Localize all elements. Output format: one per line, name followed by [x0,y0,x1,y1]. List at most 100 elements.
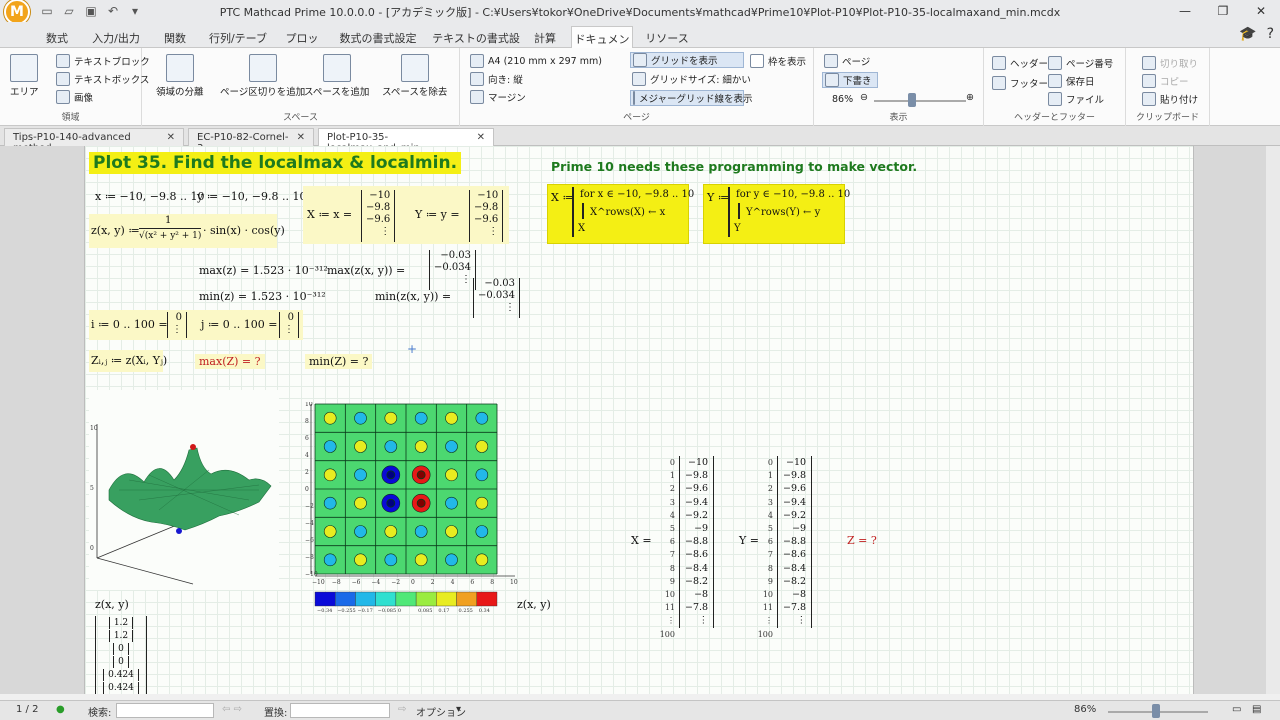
prev-arrow-icon[interactable]: ⇦ ⇨ [222,704,242,715]
close-tab-icon[interactable]: ✕ [297,132,305,143]
tab-text-formatting[interactable]: テキストの書式設定 [428,26,524,61]
group-space: 領域の分離 ページ区切りを追加 スペースを追加 スペースを除去 スペース [142,48,460,126]
min-Z-error[interactable]: min(Z) = ? [305,354,373,369]
date-dropdown[interactable]: 保存日 [1048,74,1095,88]
prime-note[interactable]: Prime 10 needs these programming to make… [551,159,917,174]
tab-document[interactable]: ドキュメント [571,26,633,62]
contour-blob [445,553,458,567]
min-zxy-label[interactable]: min(z(x, y)) = [375,290,451,303]
vector-value: −8.6 [783,549,807,561]
open-folder-icon[interactable]: ▱ [62,4,76,18]
contour-blob [354,411,367,425]
grid-size-dropdown[interactable]: グリッドサイズ: 細かい [632,72,751,86]
draft-view-icon[interactable]: ▤ [1252,704,1261,715]
surface-plot-3d[interactable]: 10 5 0 [89,390,279,590]
max-zxy-label[interactable]: max(z(x, y)) = [327,264,405,277]
zoom-out-icon[interactable]: ⊖ [860,92,868,103]
options-chevron-icon[interactable]: ▾ [456,704,461,715]
tab-resources[interactable]: リソース [644,26,690,48]
Z-matrix-def[interactable]: Zᵢ,ⱼ ≔ z(Xᵢ, Yⱼ) [89,350,167,372]
doc-tab-cornel[interactable]: EC-P10-82-Cornel-3✕ [188,128,314,154]
page-number-dropdown[interactable]: ページ番号 [1048,56,1113,70]
max-Z-error[interactable]: max(Z) = ? [195,354,265,369]
tab-plots[interactable]: プロット [282,26,322,61]
footer-button[interactable]: フッター [992,76,1048,90]
tab-functions[interactable]: 関数 [158,26,192,48]
help-icon[interactable]: ? [1267,26,1274,42]
tab-calculation[interactable]: 計算 [530,26,560,48]
copy-button[interactable]: コピー [1142,74,1189,88]
xy-vectors-region[interactable]: X ≔ x = −10 −9.8 −9.6 ⋮ Y ≔ y = −10 −9.8 −9.6… [303,186,509,244]
page-view-button[interactable]: ページ [824,54,870,68]
paste-button[interactable]: 貼り付け [1142,92,1198,106]
text-box-button[interactable]: テキストボックス [56,72,149,86]
zoom-slider-track[interactable] [874,100,966,102]
tab-input-output[interactable]: 入力/出力 [90,26,142,48]
cut-button[interactable]: 切り取り [1142,56,1198,70]
minimize-icon[interactable]: — [1166,0,1204,22]
grid-size-icon [632,72,646,86]
undo-icon[interactable]: ↶ [106,4,120,18]
image-button[interactable]: 画像 [56,90,93,104]
max-z-result[interactable]: max(z) = 1.523 · 10⁻³¹² [199,264,328,277]
min-z-result[interactable]: min(z) = 1.523 · 10⁻³¹² [199,290,326,303]
graduation-cap-icon[interactable]: 🎓 [1239,26,1256,42]
new-file-icon[interactable]: ▭ [40,4,54,18]
split-region-button[interactable]: 領域の分離 [156,54,204,98]
worksheet-page[interactable]: Plot 35. Find the localmax & localmin. P… [84,146,1194,694]
replace-input[interactable] [290,703,390,718]
zoom-slider-thumb[interactable] [908,93,916,107]
program-Y-region[interactable]: Y ≔ for y ∈ −10, −9.8 .. 10 Y^rows(Y) ← … [703,184,850,244]
save-icon[interactable]: ▣ [84,4,98,18]
show-frame-checkbox[interactable]: 枠を表示 [750,54,806,68]
close-tab-icon[interactable]: ✕ [477,132,485,143]
orientation-dropdown[interactable]: 向き: 縦 [470,72,523,86]
major-grid-toggle[interactable]: メジャーグリッド線を表示 [630,90,753,106]
add-space-button[interactable]: スペースを追加 [304,54,369,98]
tab-math[interactable]: 数式 [40,26,74,48]
page-view-icon[interactable]: ▭ [1232,704,1241,715]
header-button[interactable]: ヘッダー [992,56,1048,70]
calc-status-icon: ● [56,704,65,715]
area-button[interactable]: エリア [10,54,39,98]
close-icon[interactable]: ✕ [1242,0,1280,22]
big-Z-error[interactable]: Z = ? [847,534,877,547]
ij-range-region[interactable]: i ≔ 0 .. 100 = 0 ⋮ j ≔ 0 .. 100 = 0 ⋮ [89,310,303,340]
vertical-scrollbar[interactable] [1266,146,1280,694]
tab-matrices-tables[interactable]: 行列/テーブル [206,26,270,61]
file-dropdown[interactable]: ファイル [1048,92,1104,106]
zxy-vector[interactable]: 1.2 1.2 0 0 0.424 0.424 [95,616,147,694]
status-zoom-thumb[interactable] [1152,704,1160,718]
group-label-page: ページ [623,113,650,123]
big-X-vector[interactable]: 0 1 2 3 4 5 6 7 8 9 10 11 ⋮ 100 −10 −9.8 −9.6 −9.4 −9.2 −9… [657,456,715,639]
worksheet-title[interactable]: Plot 35. Find the localmax & localmin. [89,152,462,174]
y-range-def[interactable]: y ≔ −10, −9.8 .. 10 [197,190,306,203]
page-break-button[interactable]: ページ区切りを追加 [220,54,305,98]
replace-arrow-icon[interactable]: ⇨ [398,704,406,715]
close-tab-icon[interactable]: ✕ [167,132,175,143]
remove-space-button[interactable]: スペースを除去 [382,54,447,98]
contour-blob [384,525,398,538]
header-icon [992,56,1006,70]
search-input[interactable] [116,703,214,718]
doc-tab-plot35[interactable]: Plot-P10-35-localmax_and_min✕ [318,128,494,154]
margin-dropdown[interactable]: マージン [470,90,526,104]
draft-view-button[interactable]: 下書き [822,72,878,88]
contour-plot[interactable]: −10 −8 −6 −4 −2 0 2 4 6 8 10 10 8 6 4 2 0 −2 −4 −6 −8 −10 −0… [305,401,521,614]
big-Y-vector[interactable]: 0 1 2 3 4 5 6 7 8 9 10 11 ⋮ 100 −10 −9.8 −9.6 −9.4 −9.2 −9… [755,456,815,639]
big-X-label[interactable]: X = [631,534,652,547]
tab-math-formatting[interactable]: 数式の書式設定 [336,26,420,48]
colorbar-swatch [355,591,376,607]
program-X-region[interactable]: X ≔ for x ∈ −10, −9.8 .. 10 X^rows(X) ← … [547,184,694,244]
dropdown-icon[interactable]: ▾ [128,4,142,18]
z-function-def[interactable]: z(x, y) ≔ 1 √(x² + y² + 1) · sin(x) · co… [89,214,285,248]
vector-index: 0 [767,458,773,467]
x-range-def[interactable]: x ≔ −10, −9.8 .. 10 [95,190,204,203]
zoom-in-icon[interactable]: ⊕ [966,92,974,103]
zxy-label[interactable]: z(x, y) [95,598,129,611]
text-block-button[interactable]: テキストブロック [56,54,150,68]
doc-tab-tips[interactable]: Tips-P10-140-advanced method✕ [4,128,184,154]
show-grid-toggle[interactable]: グリッドを表示 [630,52,744,68]
restore-icon[interactable]: ❐ [1204,0,1242,22]
page-size-dropdown[interactable]: A4 (210 mm x 297 mm) [470,54,620,68]
